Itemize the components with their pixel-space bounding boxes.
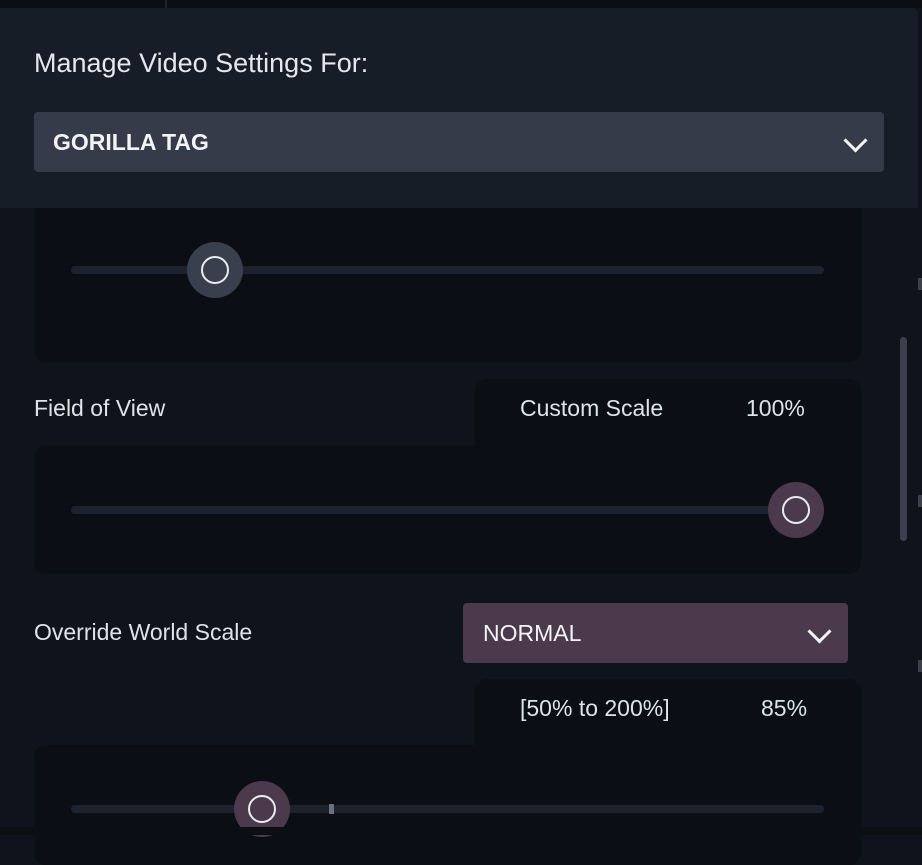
field-of-view-label: Field of View [34,395,166,421]
chevron-down-icon [843,128,868,153]
world-scale-value: NORMAL [483,619,582,646]
game-select-value: GORILLA TAG [53,128,209,155]
header-panel: Manage Video Settings For: GORILLA TAG [0,8,918,208]
page-title: Manage Video Settings For: [34,48,369,78]
edge-tick [918,660,922,672]
world-scale-label: Override World Scale [34,619,253,645]
game-select-dropdown[interactable]: GORILLA TAG [34,112,884,172]
world-scale-range: [50% to 200%] [520,695,670,721]
default-marker [329,804,334,814]
world-scale-percent: 85% [761,695,808,721]
slider-panel-1 [34,208,861,362]
bottom-strip [0,827,922,835]
top-strip [0,0,922,8]
slider-track-1[interactable] [71,266,824,274]
world-scale-slider-track[interactable] [71,805,824,813]
edge-tick [918,495,922,507]
chevron-down-icon [807,619,832,644]
fov-slider-track[interactable] [71,506,824,514]
fov-slider-knob[interactable] [768,482,824,538]
scrollbar[interactable] [900,337,907,541]
edge-tick [918,278,922,290]
slider-knob-1[interactable] [187,242,243,298]
world-scale-dropdown[interactable]: NORMAL [463,603,848,663]
fov-value: 100% [746,395,805,421]
fov-mode-label: Custom Scale [520,395,664,421]
